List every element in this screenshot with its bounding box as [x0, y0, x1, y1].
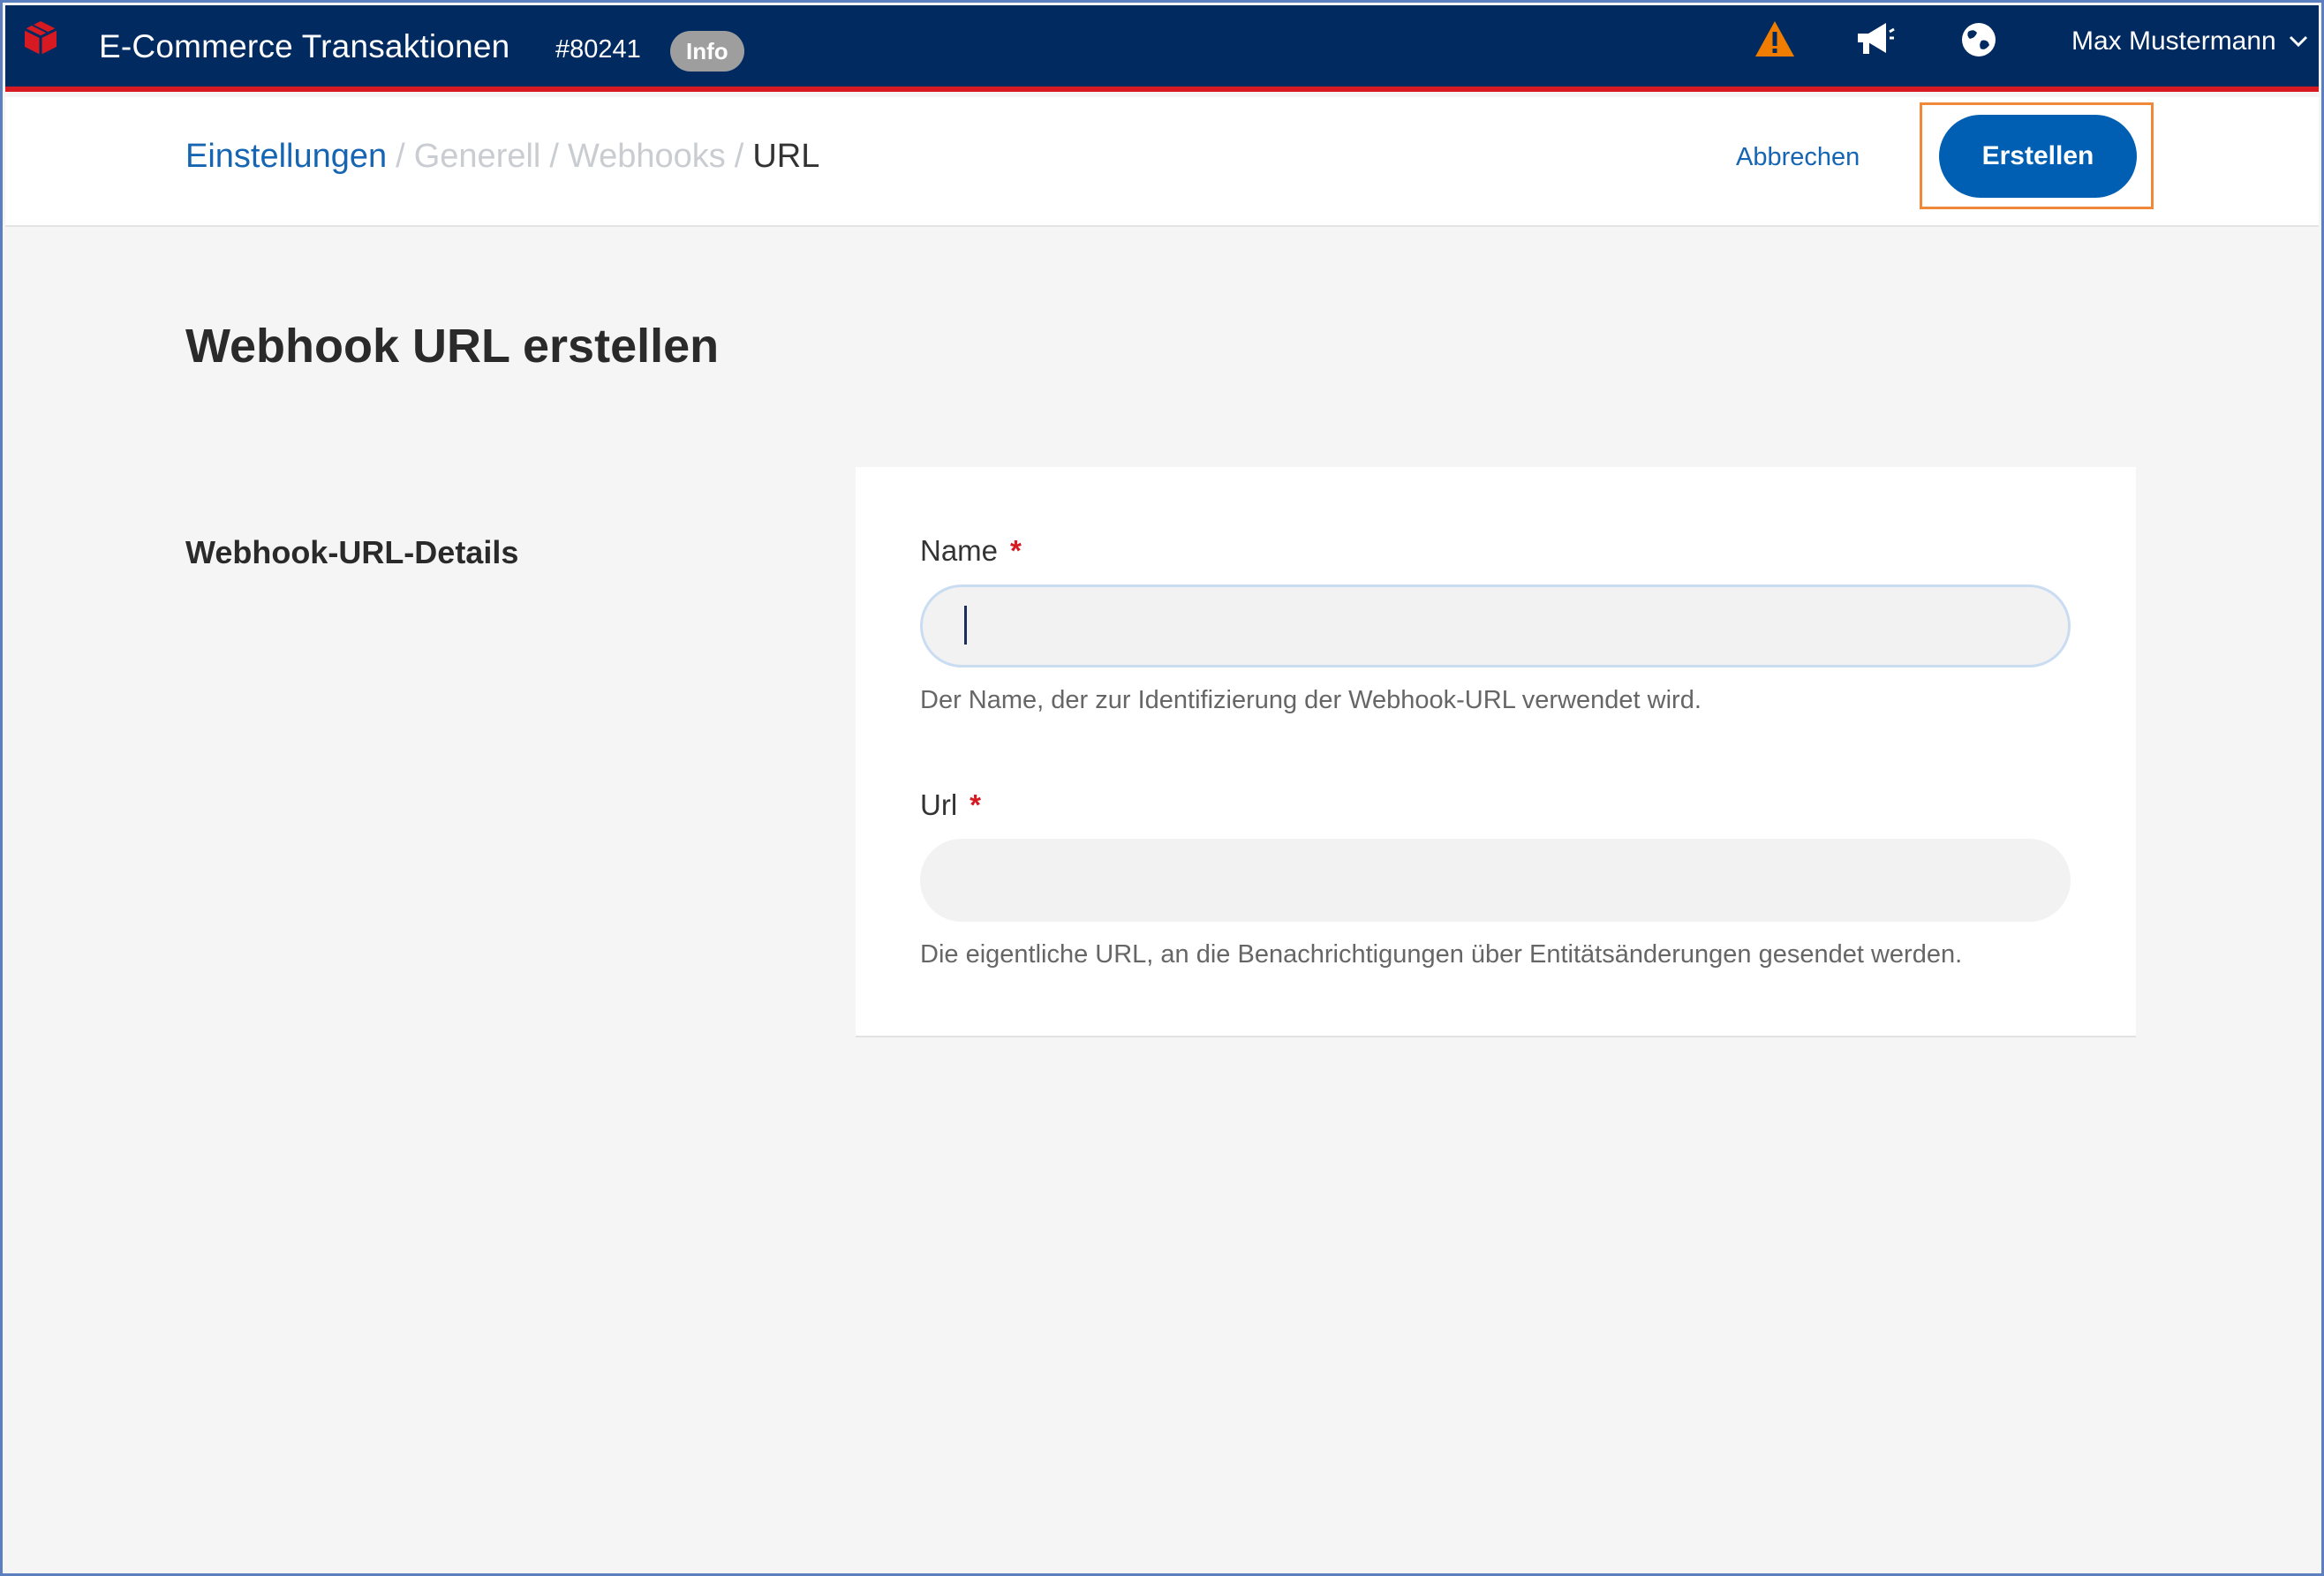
app-title: E-Commerce Transaktionen: [99, 28, 510, 64]
url-label-text: Url: [920, 788, 958, 821]
breadcrumb-item-generell[interactable]: Generell: [414, 138, 541, 175]
url-input[interactable]: [920, 839, 2071, 922]
cancel-button[interactable]: Abbrechen: [1736, 143, 1860, 172]
required-marker: *: [1010, 534, 1022, 567]
name-input[interactable]: [920, 584, 2071, 667]
section-label: Webhook-URL-Details: [185, 534, 519, 570]
breadcrumb-separator: /: [549, 138, 559, 175]
user-menu[interactable]: Max Mustermann: [2071, 26, 2308, 57]
page-title: Webhook URL erstellen: [185, 320, 720, 373]
globe-icon[interactable]: [1960, 21, 1997, 58]
megaphone-icon[interactable]: [1852, 18, 1895, 60]
top-navigation-bar: E-Commerce Transaktionen #80241 Info Max…: [5, 5, 2319, 92]
space-id: #80241: [555, 35, 641, 64]
app-window: E-Commerce Transaktionen #80241 Info Max…: [0, 0, 2324, 1576]
package-logo-icon[interactable]: [21, 18, 60, 58]
page-header: Einstellungen / Generell / Webhooks / URL Abbr…: [5, 97, 2319, 227]
required-marker: *: [970, 788, 981, 821]
breadcrumb-item-webhooks[interactable]: Webhooks: [568, 138, 726, 175]
warning-icon[interactable]: [1754, 18, 1796, 60]
breadcrumb-item-current: URL: [752, 138, 820, 175]
url-help-text: Die eigentliche URL, an die Benachrichti…: [920, 940, 1963, 969]
breadcrumb-item-einstellungen[interactable]: Einstellungen: [185, 138, 387, 175]
breadcrumb-separator: /: [396, 138, 405, 175]
text-cursor: [964, 606, 967, 645]
url-field-label: Url *: [920, 788, 981, 822]
create-button[interactable]: Erstellen: [1939, 115, 2137, 198]
user-name: Max Mustermann: [2071, 26, 2276, 56]
name-field-label: Name *: [920, 534, 1022, 568]
info-badge[interactable]: Info: [670, 31, 744, 72]
webhook-form-card: Name * Der Name, der zur Identifizierung …: [856, 467, 2136, 1037]
breadcrumb: Einstellungen / Generell / Webhooks / URL: [185, 138, 819, 176]
breadcrumb-separator: /: [734, 138, 744, 175]
name-help-text: Der Name, der zur Identifizierung der We…: [920, 686, 1702, 714]
chevron-down-icon: [2289, 35, 2307, 48]
name-label-text: Name: [920, 534, 999, 567]
